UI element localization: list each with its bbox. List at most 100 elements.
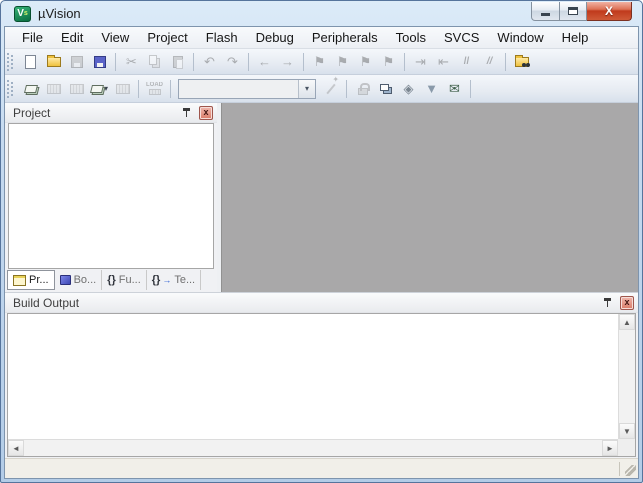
envelope-button[interactable]: ✉: [444, 78, 465, 99]
project-tree[interactable]: [8, 123, 214, 269]
redo-button[interactable]: ↷: [222, 51, 243, 72]
scroll-up-icon: ▲: [623, 317, 631, 327]
uncomment-button[interactable]: //: [479, 51, 500, 72]
menu-project[interactable]: Project: [138, 28, 196, 47]
project-panel-title: Project: [13, 105, 51, 120]
bookmark-clear-flag-icon: ⚑: [382, 53, 395, 69]
minimize-button[interactable]: [531, 2, 560, 21]
file-toolbar: ✂ ↶ ↷ ← → ⚑ ⚑ ⚑ ⚑ ⇥ ⇤ // //: [5, 49, 638, 75]
bookmark-flag-icon: ⚑: [313, 53, 326, 69]
close-button[interactable]: X: [587, 2, 632, 21]
navigate-forward-button[interactable]: →: [277, 51, 298, 72]
undo-button[interactable]: ↶: [199, 51, 220, 72]
copy-button[interactable]: [144, 51, 165, 72]
bookmark-prev-button[interactable]: ⚑: [355, 51, 376, 72]
stop-build-icon: [115, 83, 130, 94]
main-area: Project x Pr... Bo... {} Fu... {} → Te..…: [5, 103, 638, 292]
window-title: µVision: [38, 6, 81, 21]
undo-icon: ↶: [204, 53, 215, 69]
maximize-button[interactable]: [560, 2, 587, 21]
toolbar-separator: [170, 79, 171, 98]
translate-button[interactable]: [20, 78, 41, 99]
target-selector-dropdown-button[interactable]: ▾: [298, 79, 315, 98]
menu-debug[interactable]: Debug: [247, 28, 303, 47]
build-output-text[interactable]: [8, 314, 618, 439]
indent-icon: ⇥: [415, 53, 426, 69]
toolbar-grip[interactable]: [7, 52, 15, 71]
open-file-button[interactable]: [43, 51, 64, 72]
bookmark-next-button[interactable]: ⚑: [332, 51, 353, 72]
project-panel-close-button[interactable]: x: [199, 105, 213, 120]
diamond-button[interactable]: ◈: [398, 78, 419, 99]
cascade-windows-icon: [379, 83, 389, 91]
title-bar[interactable]: Vs µVision X: [4, 1, 639, 26]
menu-flash[interactable]: Flash: [197, 28, 247, 47]
vertical-scrollbar[interactable]: ▲ ▼: [618, 314, 635, 439]
build-button[interactable]: [43, 78, 64, 99]
stop-build-button[interactable]: [112, 78, 133, 99]
paste-button[interactable]: [167, 51, 188, 72]
tab-project-label: Pr...: [29, 274, 49, 286]
menu-help[interactable]: Help: [553, 28, 598, 47]
bookmark-clear-button[interactable]: ⚑: [378, 51, 399, 72]
back-arrow-icon: ←: [258, 54, 271, 69]
batch-build-dropdown-icon[interactable]: ▾: [104, 84, 108, 93]
project-panel-header: Project x: [5, 103, 217, 123]
menu-peripherals[interactable]: Peripherals: [303, 28, 387, 47]
templates-arrow-icon: →: [162, 275, 172, 285]
rebuild-button[interactable]: [66, 78, 87, 99]
menu-window[interactable]: Window: [488, 28, 552, 47]
new-file-button[interactable]: [20, 51, 41, 72]
toolbar-separator: [346, 79, 347, 98]
outdent-button[interactable]: ⇤: [433, 51, 454, 72]
download-button[interactable]: LOAD: [144, 78, 165, 99]
bookmark-toggle-button[interactable]: ⚑: [309, 51, 330, 72]
toolbar-separator: [404, 52, 405, 71]
tab-project[interactable]: Pr...: [7, 270, 55, 290]
navigate-back-button[interactable]: ←: [254, 51, 275, 72]
menu-edit[interactable]: Edit: [52, 28, 92, 47]
scroll-right-button[interactable]: ►: [602, 440, 618, 456]
horizontal-scrollbar[interactable]: ◄ ►: [8, 439, 618, 456]
scroll-down-button[interactable]: ▼: [619, 423, 635, 439]
menu-svcs[interactable]: SVCS: [435, 28, 488, 47]
resize-grip[interactable]: [620, 459, 638, 478]
scrollbar-corner: [618, 439, 635, 456]
project-panel-tabs: Pr... Bo... {} Fu... {} → Te...: [5, 269, 217, 292]
tab-functions-label: Fu...: [118, 274, 141, 286]
build-output-title: Build Output: [13, 295, 80, 310]
tab-templates[interactable]: {} → Te...: [147, 270, 202, 290]
cascade-windows-button[interactable]: [375, 78, 396, 99]
options-for-target-button[interactable]: [320, 78, 341, 99]
functions-brace-icon: {}: [107, 274, 116, 286]
indent-button[interactable]: ⇥: [410, 51, 431, 72]
build-output-close-button[interactable]: x: [620, 295, 634, 310]
toolbar-separator: [303, 52, 304, 71]
toolbar-separator: [505, 52, 506, 71]
menu-tools[interactable]: Tools: [387, 28, 435, 47]
funnel-icon: ▼: [425, 81, 438, 96]
funnel-button[interactable]: ▼: [421, 78, 442, 99]
save-button[interactable]: [66, 51, 87, 72]
toolbar-separator: [115, 52, 116, 71]
pin-icon[interactable]: [181, 107, 193, 119]
cut-button[interactable]: ✂: [121, 51, 142, 72]
lock-button[interactable]: [352, 78, 373, 99]
target-selector[interactable]: ▾: [178, 78, 316, 99]
save-all-button[interactable]: [89, 51, 110, 72]
scroll-left-button[interactable]: ◄: [8, 440, 24, 456]
mdi-workspace: [221, 103, 638, 292]
batch-build-button[interactable]: ▾: [89, 78, 110, 99]
find-in-files-button[interactable]: [511, 51, 532, 72]
tab-books[interactable]: Bo...: [55, 270, 103, 290]
menu-file[interactable]: File: [13, 28, 52, 47]
scroll-up-button[interactable]: ▲: [619, 314, 635, 330]
pin-icon[interactable]: [602, 297, 614, 309]
menu-view[interactable]: View: [92, 28, 138, 47]
tab-functions[interactable]: {} Fu...: [102, 270, 147, 290]
comment-button[interactable]: //: [456, 51, 477, 72]
toolbar-grip[interactable]: [7, 79, 15, 98]
outdent-icon: ⇤: [438, 53, 449, 69]
uncomment-icon: //: [486, 56, 493, 67]
uvision-window: Vs µVision X File Edit View Project Flas…: [0, 0, 643, 483]
